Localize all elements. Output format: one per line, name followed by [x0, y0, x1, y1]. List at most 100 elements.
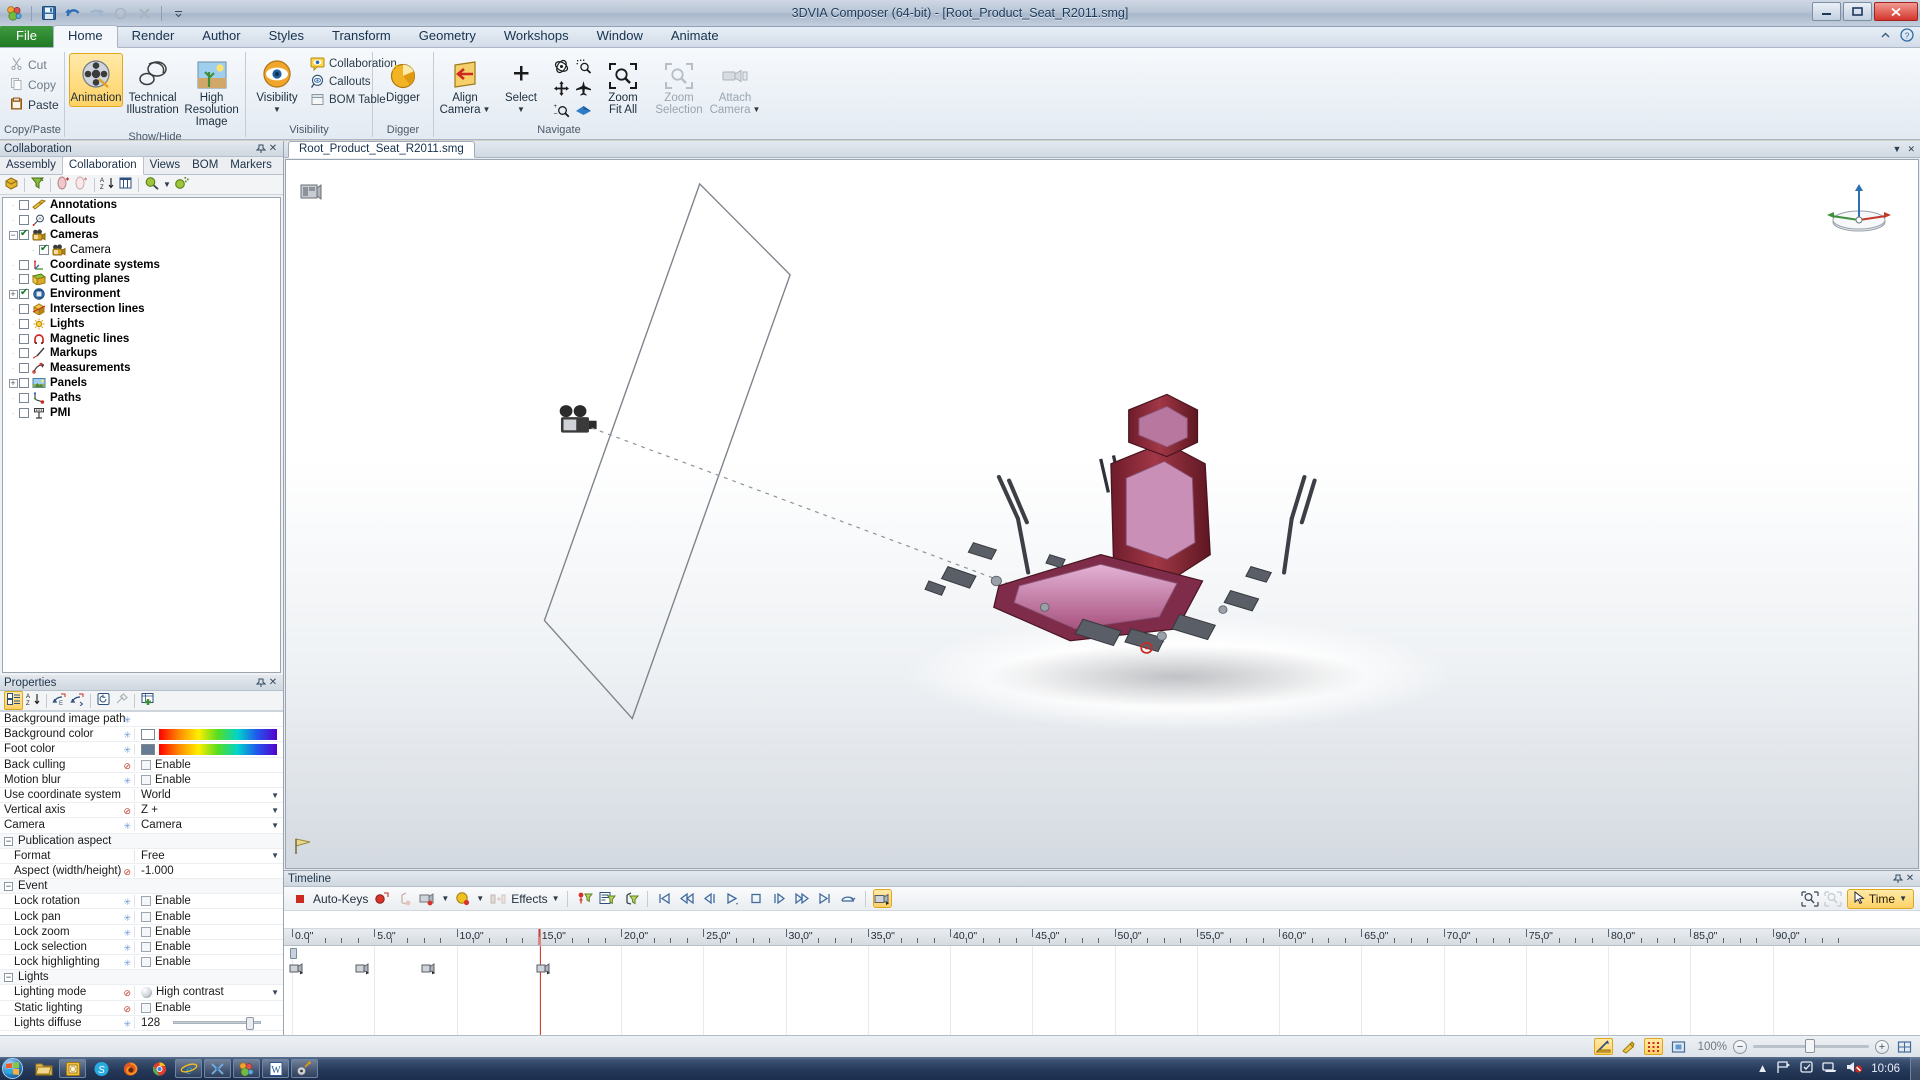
pin-icon[interactable] [1892, 873, 1904, 885]
property-checkbox[interactable] [141, 1002, 151, 1013]
fly-icon[interactable] [572, 77, 594, 99]
zoom-area-icon[interactable] [572, 55, 594, 77]
property-row[interactable]: Lock selection ✳ Enable [0, 940, 283, 955]
start-orb-icon[interactable] [2, 1058, 23, 1079]
advanced-search-icon[interactable] [174, 176, 190, 193]
add-transparent-icon[interactable] [74, 176, 89, 193]
clock[interactable]: 10:06 [1871, 1063, 1900, 1075]
composer-player-icon[interactable] [291, 1059, 318, 1078]
property-animatable-marker[interactable]: ✳ [123, 730, 131, 740]
document-tab-buttons[interactable]: ▼ ✕ [1893, 144, 1915, 155]
action-center-icon[interactable] [1799, 1060, 1814, 1077]
tree-item-cutting-planes[interactable]: · Cutting planes [3, 272, 280, 287]
property-row[interactable]: Lighting mode ⊘ High contrast ▼ [0, 985, 283, 1001]
fast-rewind-icon[interactable] [678, 889, 697, 908]
go-to-end-icon[interactable] [816, 889, 835, 908]
chevron-down-icon[interactable]: ▼ [271, 806, 279, 815]
grid-snap-icon[interactable] [1643, 1038, 1663, 1055]
zoom-fit-all-button[interactable]: Zoom Fit All [596, 53, 650, 119]
collapse-icon[interactable]: − [4, 973, 13, 983]
property-value[interactable]: Enable [134, 895, 283, 908]
filter-paths-icon[interactable] [621, 889, 640, 908]
help-icon[interactable]: ? [1900, 28, 1914, 45]
minimize-button[interactable] [1812, 2, 1841, 21]
go-to-start-icon[interactable] [655, 889, 674, 908]
tree-checkbox[interactable] [19, 303, 29, 314]
eyedropper-icon[interactable] [114, 692, 129, 709]
tree-checkbox[interactable] [19, 392, 29, 403]
fit-view-icon[interactable] [1669, 1038, 1688, 1055]
close-icon[interactable]: ✕ [1907, 144, 1915, 155]
ribbon-tab-author[interactable]: Author [188, 26, 254, 47]
close-icon[interactable]: ✕ [1904, 873, 1916, 885]
property-row[interactable]: − Event [0, 879, 283, 895]
ribbon-tab-geometry[interactable]: Geometry [405, 26, 490, 47]
chrome-icon[interactable] [146, 1059, 173, 1078]
tree-item-callouts[interactable]: · A Callouts [3, 213, 280, 228]
property-value[interactable]: Enable [134, 956, 283, 969]
stop-icon[interactable] [747, 889, 766, 908]
collapse-icon[interactable]: − [4, 836, 13, 846]
slider-knob[interactable] [246, 1017, 254, 1031]
expand-icon[interactable]: + [7, 289, 19, 300]
record-icon[interactable] [111, 4, 130, 23]
timeline-key[interactable] [355, 962, 371, 978]
zoom-in-out-icon[interactable]: + − [550, 99, 572, 121]
show-desktop-button[interactable] [1910, 1057, 1920, 1080]
ribbon-tab-home[interactable]: Home [52, 25, 118, 48]
measure-icon[interactable] [1593, 1038, 1613, 1055]
high-resolution-image-button[interactable]: High Resolution Image [182, 53, 241, 131]
tab-bom[interactable]: BOM [186, 157, 224, 174]
tree-item-magnetic-lines[interactable]: · Magnetic lines [3, 331, 280, 346]
tab-markers[interactable]: Markers [224, 157, 278, 174]
property-row[interactable]: − Lights [0, 970, 283, 986]
tree-checkbox[interactable] [19, 407, 29, 418]
chevron-down-icon[interactable]: ▼ [273, 104, 281, 116]
add-property-icon[interactable] [140, 692, 156, 709]
visibility-button[interactable]: Visibility ▼ [250, 53, 304, 119]
navigation-axis-triad[interactable] [1824, 182, 1894, 243]
expand-icon[interactable]: + [7, 378, 19, 388]
delete-icon[interactable] [135, 4, 154, 23]
effects-label[interactable]: Effects [511, 892, 547, 906]
internet-explorer-icon[interactable]: e [175, 1059, 202, 1078]
tree-item-panels[interactable]: + Panels [3, 376, 280, 391]
chevron-down-icon[interactable]: ▼ [483, 104, 491, 116]
tree-item-measurements[interactable]: · Measurements [3, 361, 280, 376]
property-row[interactable]: Lights diffuse ✳ 128 [0, 1016, 283, 1031]
timeline-mode-button[interactable]: Time ▼ [1846, 888, 1914, 909]
filter-animation-keys-icon[interactable] [575, 889, 594, 908]
property-row[interactable]: Static lighting ⊘ Enable [0, 1001, 283, 1016]
property-group-header[interactable]: − Event [0, 880, 283, 892]
property-value[interactable]: High contrast ▼ [134, 986, 283, 999]
property-value[interactable]: Enable [134, 758, 283, 771]
tree-checkbox[interactable] [19, 287, 29, 300]
property-value[interactable]: Camera ▼ [134, 819, 283, 832]
property-animatable-marker[interactable]: ✳ [123, 821, 131, 831]
property-checkbox[interactable] [141, 911, 151, 922]
show-hidden-icon[interactable]: ▲ [1757, 1063, 1768, 1075]
chevron-down-icon[interactable]: ▼ [271, 988, 279, 997]
select-button[interactable]: Select ▼ [494, 53, 548, 119]
collaboration-tabs[interactable]: Assembly Collaboration Views BOM Markers [0, 156, 283, 175]
previous-event-icon[interactable]: E [52, 692, 67, 709]
chevron-down-icon[interactable]: ▼ [476, 894, 484, 903]
property-row[interactable]: Background color ✳ [0, 727, 283, 743]
office-note-icon[interactable]: O [59, 1059, 86, 1078]
chevron-down-icon[interactable]: ▼ [517, 104, 525, 116]
properties-grid[interactable]: Background image path ✳ Background color ✳ F… [0, 711, 283, 1035]
play-icon[interactable] [724, 889, 743, 908]
chevron-down-icon[interactable]: ▼ [271, 821, 279, 830]
color-gradient-bar[interactable] [159, 743, 277, 755]
tree-item-annotations[interactable]: · Annotations [3, 198, 280, 213]
tree-checkbox[interactable] [39, 243, 49, 255]
chevron-down-icon[interactable] [169, 4, 188, 23]
tree-checkbox[interactable] [19, 215, 29, 226]
property-row[interactable]: Lock pan ✳ Enable [0, 909, 283, 925]
camera-key-tool-icon[interactable] [872, 889, 892, 908]
tree-item-lights[interactable]: · Lights [3, 316, 280, 331]
property-locked-marker[interactable]: ⊘ [123, 806, 131, 816]
document-tab-bar[interactable]: Root_Product_Seat_R2011.smg ▼ ✕ [284, 141, 1920, 158]
chevron-down-icon[interactable]: ▼ [271, 791, 279, 800]
property-row[interactable]: Use coordinate system World ▼ [0, 788, 283, 804]
